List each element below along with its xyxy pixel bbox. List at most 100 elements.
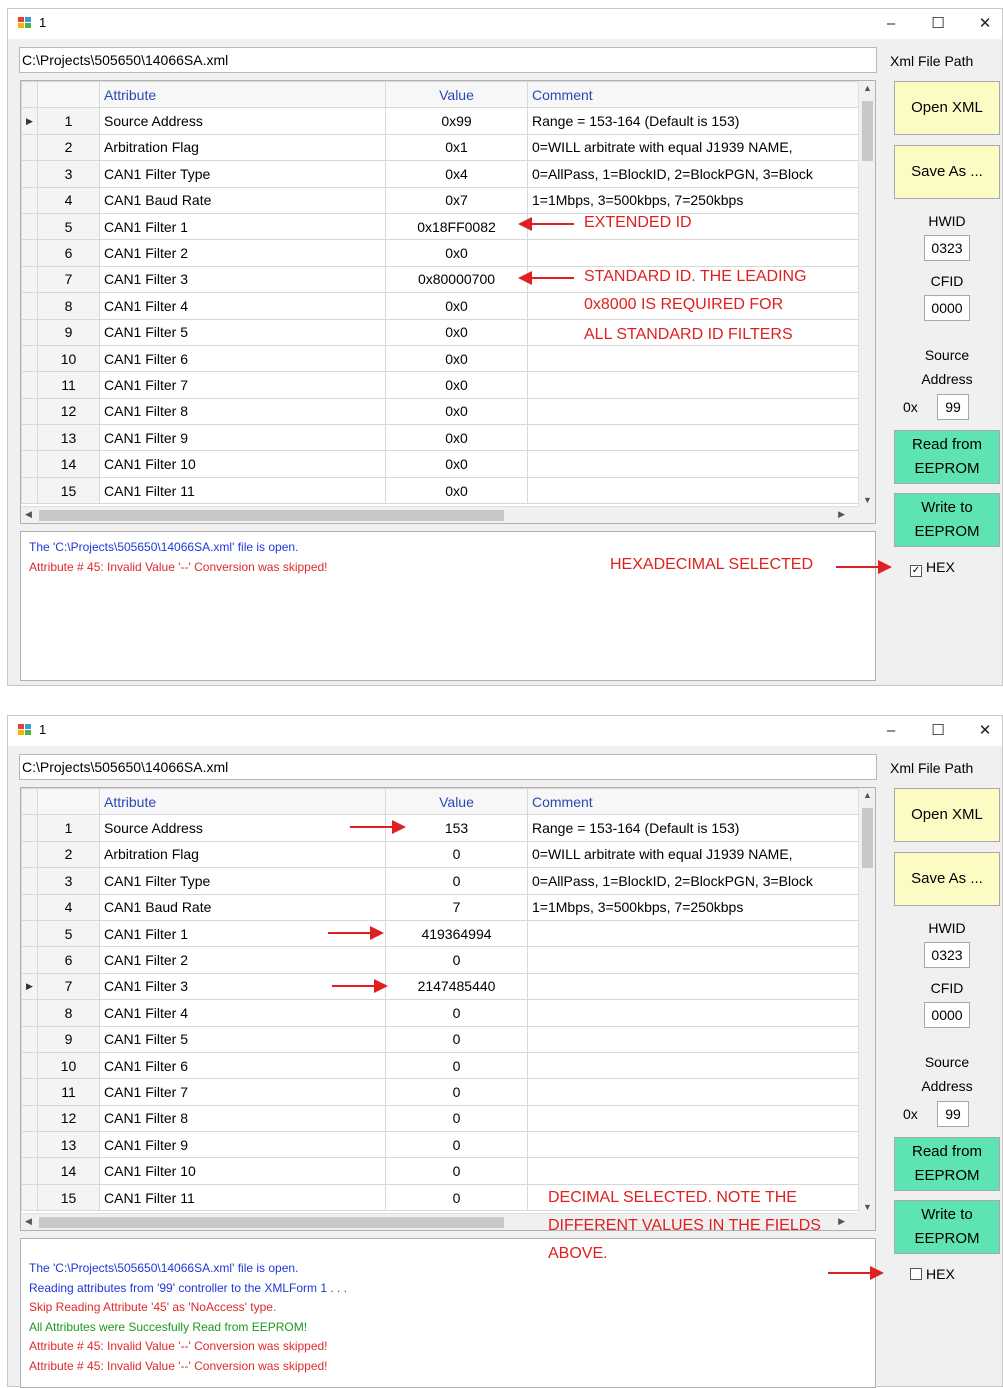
table-row[interactable]: 11 CAN1 Filter 70 xyxy=(21,1078,860,1106)
scroll-right-icon[interactable]: ▶ xyxy=(838,509,845,520)
value-cell[interactable]: 0 xyxy=(385,999,528,1027)
title-bar[interactable]: 1 – ☐ ✕ xyxy=(8,716,1002,746)
horizontal-scrollbar[interactable]: ◀ ▶ xyxy=(21,506,859,523)
value-cell[interactable]: 0 xyxy=(385,1025,528,1053)
attribute-column-header[interactable]: Attribute xyxy=(99,81,386,109)
value-cell[interactable]: 0x0 xyxy=(385,371,528,399)
table-row[interactable]: 14 CAN1 Filter 10 0x0 xyxy=(21,450,860,478)
open-xml-button[interactable]: Open XML xyxy=(894,81,1000,135)
value-cell[interactable]: 0x0 xyxy=(385,292,528,320)
read-from-eeprom-button[interactable]: Read from EEPROM xyxy=(894,430,1000,484)
cfid-field[interactable]: 0000 xyxy=(924,295,970,321)
value-column-header[interactable]: Value xyxy=(385,788,528,816)
value-cell[interactable]: 0 xyxy=(385,1051,528,1080)
scroll-down-icon[interactable]: ▼ xyxy=(859,495,875,505)
value-cell[interactable]: 0x1 xyxy=(385,133,528,162)
value-cell[interactable]: 0x18FF0082 xyxy=(385,212,528,241)
xml-file-path-input[interactable]: C:\Projects\505650\14066SA.xml xyxy=(19,754,877,780)
value-cell[interactable]: 0x0 xyxy=(385,318,528,346)
scroll-left-icon[interactable]: ◀ xyxy=(25,1216,32,1227)
value-cell[interactable]: 0 xyxy=(385,1183,528,1212)
table-row[interactable]: 8 CAN1 Filter 40 xyxy=(21,999,860,1027)
xml-file-path-input[interactable]: C:\Projects\505650\14066SA.xml xyxy=(19,47,877,73)
table-row[interactable]: 1 Source Address 153 Range = 153-164 (Defau… xyxy=(21,814,860,842)
value-cell[interactable]: 0 xyxy=(385,840,528,869)
comment-column-header[interactable]: Comment xyxy=(527,788,860,816)
table-row[interactable]: 14 CAN1 Filter 10 0 xyxy=(21,1157,860,1185)
value-cell[interactable]: 419364994 xyxy=(385,919,528,948)
save-as-button[interactable]: Save As ... xyxy=(894,145,1000,199)
hex-checkbox-box[interactable] xyxy=(910,1268,922,1280)
value-cell[interactable]: 7 xyxy=(385,893,528,921)
value-cell[interactable]: 0x80000700 xyxy=(385,265,528,294)
maximize-icon[interactable]: ☐ xyxy=(923,720,953,742)
value-cell[interactable]: 0 xyxy=(385,1157,528,1185)
hwid-field[interactable]: 0323 xyxy=(924,942,970,968)
value-cell[interactable]: 0 xyxy=(385,946,528,974)
value-cell[interactable]: 0x0 xyxy=(385,397,528,426)
value-cell[interactable]: 0x0 xyxy=(385,239,528,267)
value-cell[interactable]: 0x0 xyxy=(385,424,528,452)
table-row[interactable]: 4 CAN1 Baud Rate 0x7 1=1Mbps, 3=500kbps, 7=… xyxy=(21,186,860,214)
table-row[interactable]: 10 CAN1 Filter 60 xyxy=(21,1051,860,1080)
table-row[interactable]: 12 CAN1 Filter 80 xyxy=(21,1104,860,1133)
scroll-thumb[interactable] xyxy=(39,510,504,521)
table-row[interactable]: 6 CAN1 Filter 20 xyxy=(21,946,860,974)
source-address-field[interactable]: 99 xyxy=(937,394,969,420)
table-row[interactable]: 5 CAN1 Filter 1 419364994 xyxy=(21,919,860,948)
table-row[interactable]: 6 CAN1 Filter 2 0x0 xyxy=(21,239,860,267)
write-to-eeprom-button[interactable]: Write to EEPROM xyxy=(894,493,1000,547)
table-row[interactable]: 2 Arbitration Flag 0x1 0=WILL arbitrate wit… xyxy=(21,133,860,162)
source-address-field[interactable]: 99 xyxy=(937,1101,969,1127)
attribute-grid[interactable]: Attribute Value Comment 1 Source Address 1… xyxy=(20,787,876,1231)
table-row[interactable]: 13 CAN1 Filter 90 xyxy=(21,1131,860,1159)
table-row[interactable]: 10 CAN1 Filter 6 0x0 xyxy=(21,344,860,373)
vertical-scrollbar[interactable]: ▲ ▼ xyxy=(858,81,875,507)
table-row[interactable]: 3 CAN1 Filter Type 0x4 0=AllPass, 1=BlockID… xyxy=(21,160,860,188)
hex-checkbox[interactable]: ✓ HEX xyxy=(910,559,955,577)
hwid-field[interactable]: 0323 xyxy=(924,235,970,261)
comment-column-header[interactable]: Comment xyxy=(527,81,860,109)
attribute-column-header[interactable]: Attribute xyxy=(99,788,386,816)
table-row[interactable]: 3 CAN1 Filter Type 0 0=AllPass, 1=BlockID, … xyxy=(21,867,860,895)
scroll-thumb[interactable] xyxy=(862,808,873,868)
open-xml-button[interactable]: Open XML xyxy=(894,788,1000,842)
scroll-up-icon[interactable]: ▲ xyxy=(859,83,875,93)
value-cell[interactable]: 0 xyxy=(385,1104,528,1133)
value-cell[interactable]: 0x7 xyxy=(385,186,528,214)
table-row[interactable]: 4 CAN1 Baud Rate 7 1=1Mbps, 3=500kbps, 7=25… xyxy=(21,893,860,921)
scroll-thumb[interactable] xyxy=(39,1217,504,1228)
write-to-eeprom-button[interactable]: Write to EEPROM xyxy=(894,1200,1000,1254)
scroll-left-icon[interactable]: ◀ xyxy=(25,509,32,520)
hex-checkbox-box[interactable]: ✓ xyxy=(910,565,922,577)
vertical-scrollbar[interactable]: ▲ ▼ xyxy=(858,788,875,1214)
table-row[interactable]: ▶ 1 Source Address 0x99 Range = 153-164 (Def… xyxy=(21,107,860,135)
table-row[interactable]: 5 CAN1 Filter 1 0x18FF0082 xyxy=(21,212,860,241)
table-row[interactable]: 9 CAN1 Filter 50 xyxy=(21,1025,860,1053)
read-from-eeprom-button[interactable]: Read from EEPROM xyxy=(894,1137,1000,1191)
value-cell[interactable]: 153 xyxy=(385,814,528,842)
table-row[interactable]: 12 CAN1 Filter 8 0x0 xyxy=(21,397,860,426)
scroll-up-icon[interactable]: ▲ xyxy=(859,790,875,800)
table-row[interactable]: 13 CAN1 Filter 9 0x0 xyxy=(21,424,860,452)
title-bar[interactable]: 1 – ☐ ✕ xyxy=(8,9,1002,39)
table-row[interactable]: ▶ 7 CAN1 Filter 3 2147485440 xyxy=(21,972,860,1001)
minimize-icon[interactable]: – xyxy=(876,13,906,35)
value-cell[interactable]: 2147485440 xyxy=(385,972,528,1001)
value-cell[interactable]: 0x0 xyxy=(385,476,528,505)
value-cell[interactable]: 0 xyxy=(385,1078,528,1106)
minimize-icon[interactable]: – xyxy=(876,720,906,742)
value-cell[interactable]: 0 xyxy=(385,1131,528,1159)
value-cell[interactable]: 0 xyxy=(385,867,528,895)
scroll-thumb[interactable] xyxy=(862,101,873,161)
table-row[interactable]: 11 CAN1 Filter 7 0x0 xyxy=(21,371,860,399)
value-column-header[interactable]: Value xyxy=(385,81,528,109)
scroll-right-icon[interactable]: ▶ xyxy=(838,1216,845,1227)
table-row[interactable]: 15 CAN1 Filter 11 0x0 xyxy=(21,476,860,505)
hex-checkbox[interactable]: HEX xyxy=(910,1266,955,1282)
save-as-button[interactable]: Save As ... xyxy=(894,852,1000,906)
value-cell[interactable]: 0x0 xyxy=(385,450,528,478)
close-icon[interactable]: ✕ xyxy=(970,13,1000,35)
scroll-down-icon[interactable]: ▼ xyxy=(859,1202,875,1212)
cfid-field[interactable]: 0000 xyxy=(924,1002,970,1028)
